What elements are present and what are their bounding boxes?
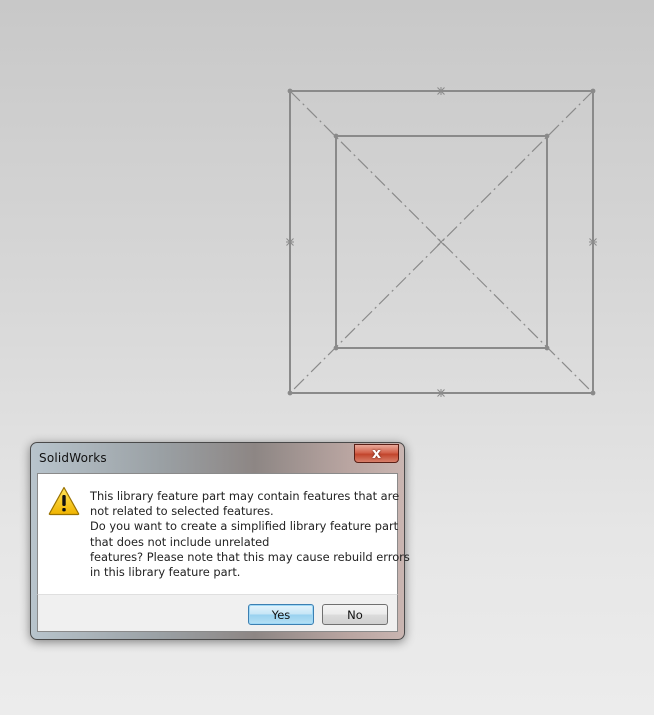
message-line: not related to selected features. xyxy=(90,504,274,519)
warning-icon xyxy=(48,486,80,516)
no-button[interactable]: No xyxy=(322,604,388,625)
yes-button[interactable]: Yes xyxy=(248,604,314,625)
dialog-title: SolidWorks xyxy=(39,451,107,465)
message-line: in this library feature part. xyxy=(90,565,241,580)
message-line: features? Please note that this may caus… xyxy=(90,549,410,564)
no-button-label: No xyxy=(347,607,363,622)
message-line: Do you want to create a simplified libra… xyxy=(90,519,399,534)
dialog-message: This library feature part may contain fe… xyxy=(90,489,410,580)
message-line: This library feature part may contain fe… xyxy=(90,489,400,503)
yes-button-label: Yes xyxy=(271,607,291,622)
sketch-canvas xyxy=(286,87,597,397)
dialog-button-bar: Yes No xyxy=(37,594,398,632)
dialog-content: This library feature part may contain fe… xyxy=(37,473,410,594)
solidworks-dialog: SolidWorks x This library feature part m… xyxy=(30,442,410,640)
message-line: that does not include unrelated xyxy=(90,534,270,549)
close-icon: x xyxy=(371,445,382,462)
close-button[interactable]: x xyxy=(354,444,399,463)
